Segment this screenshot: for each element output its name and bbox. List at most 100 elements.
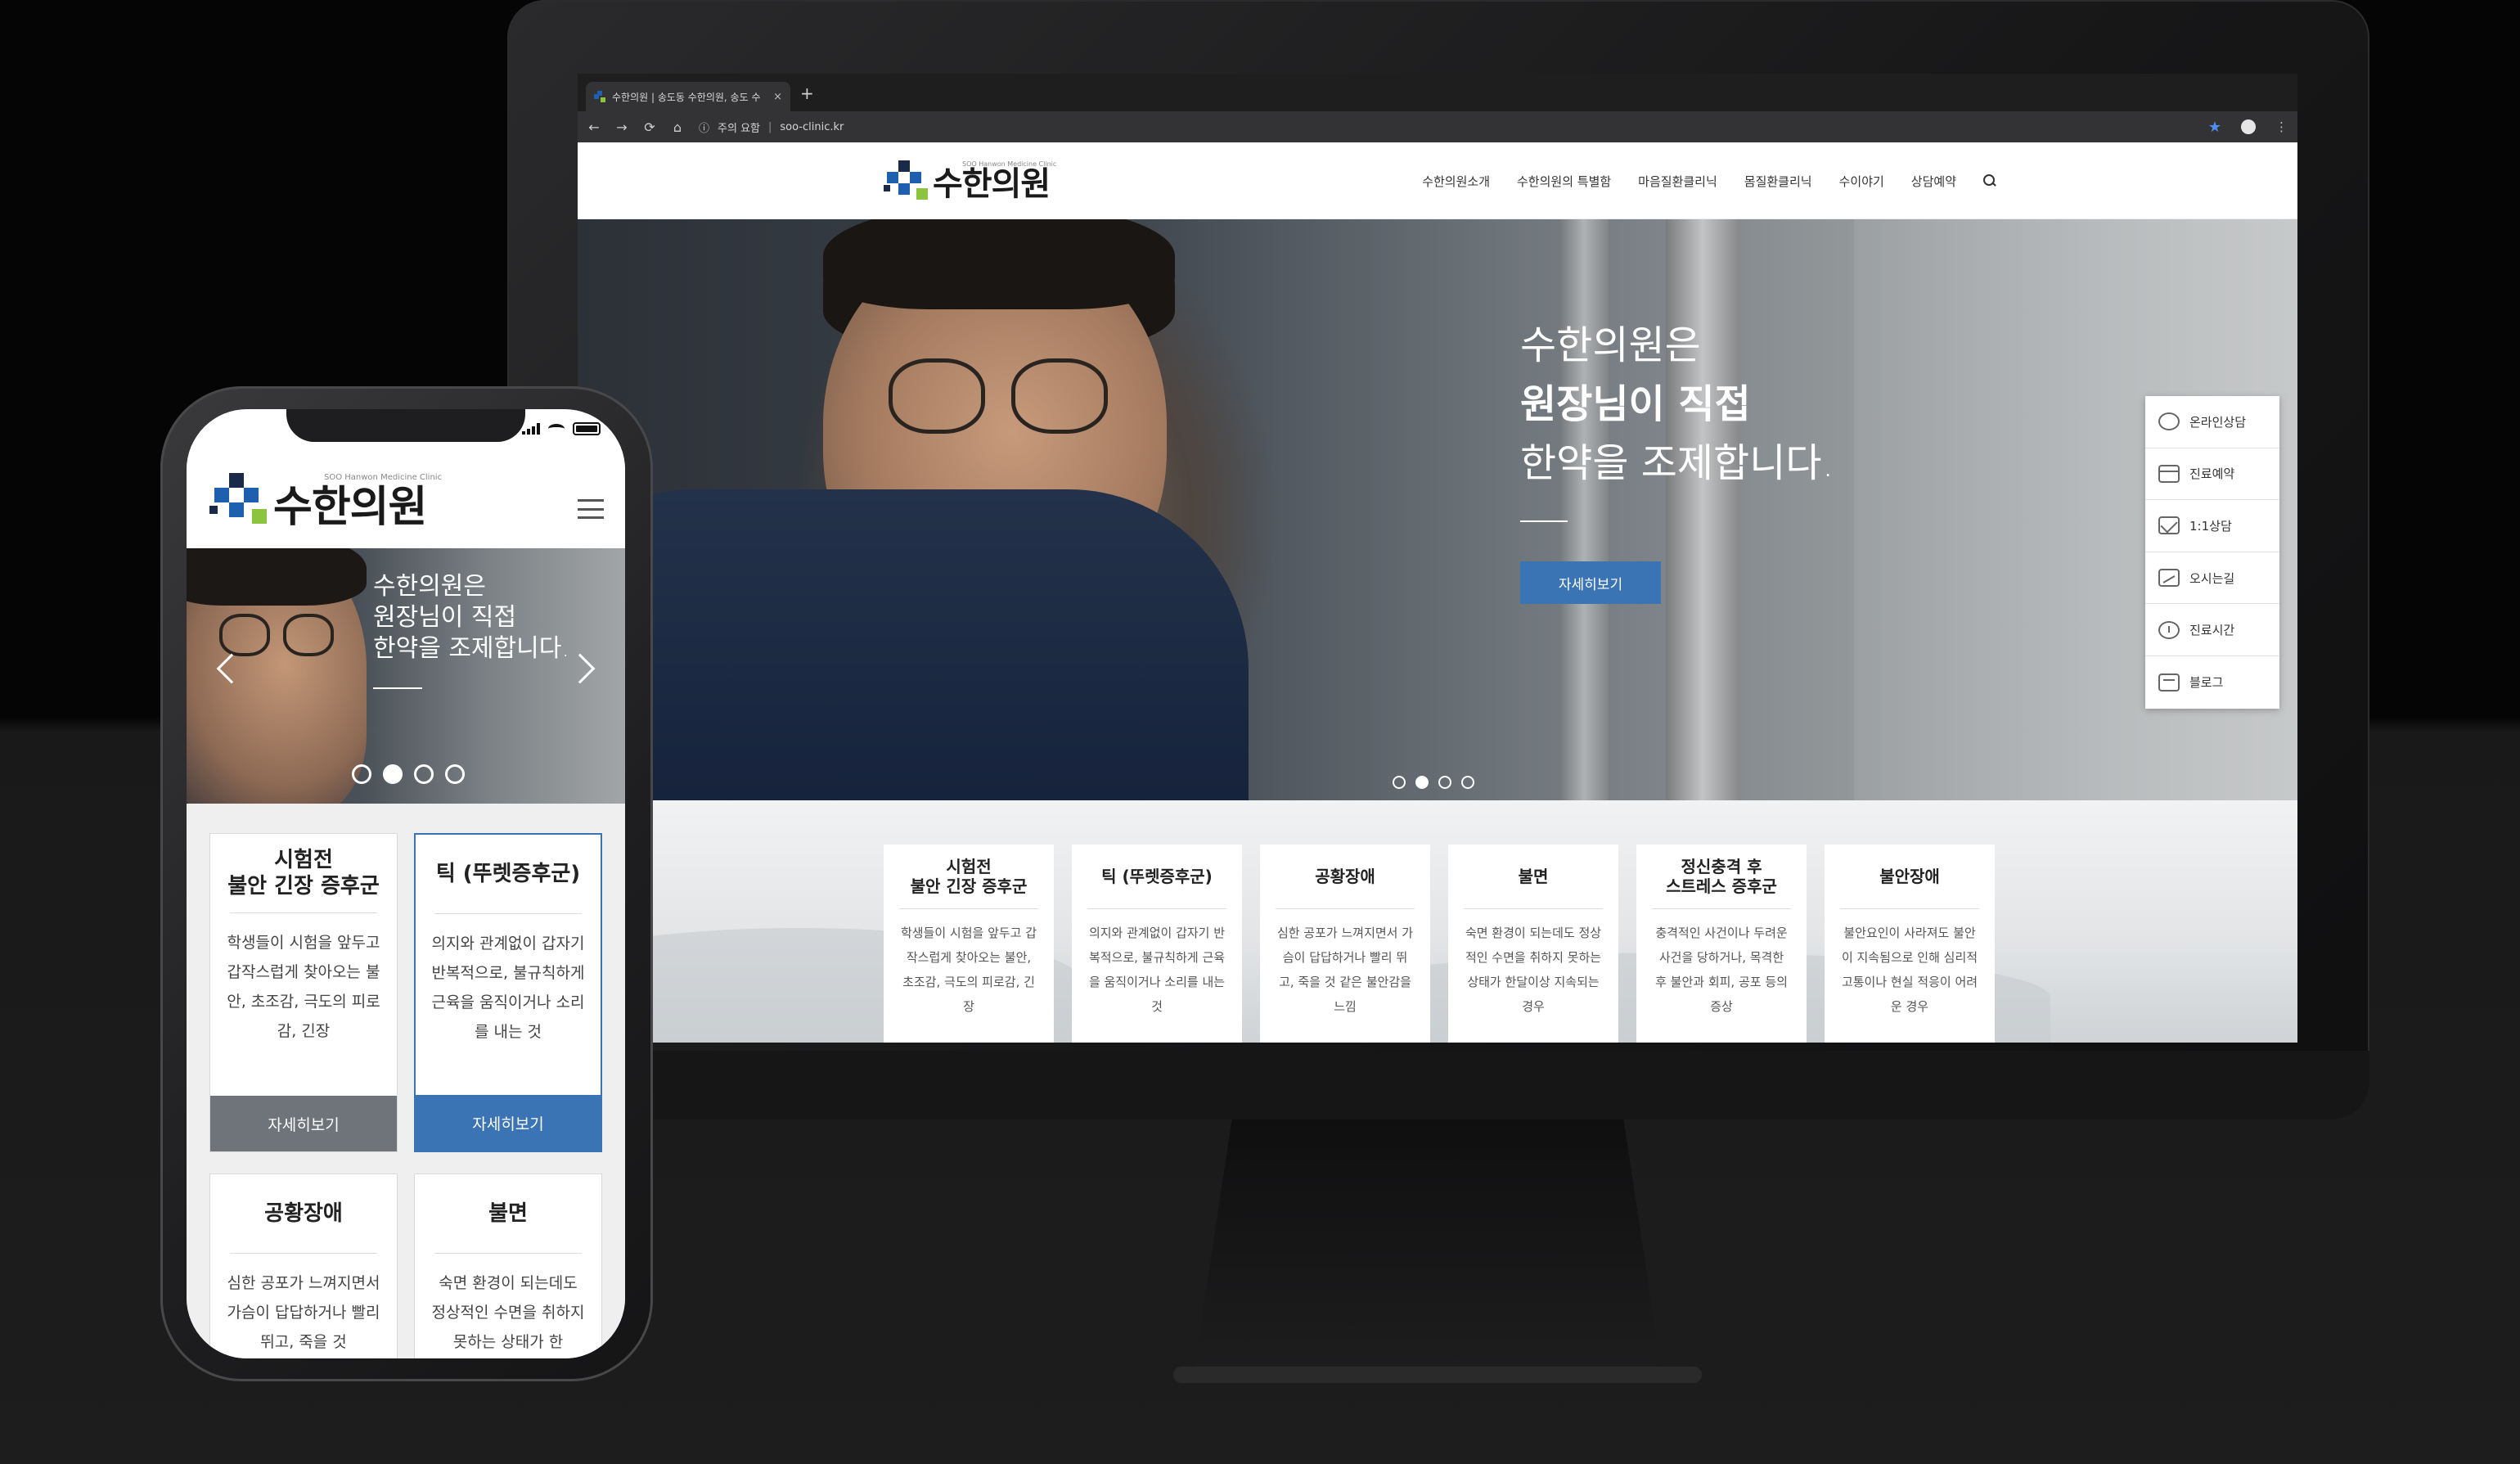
browser-menu-icon[interactable]: ⋮ [2275,119,2288,134]
nav-item-special[interactable]: 수한의원의 특별함 [1517,173,1611,190]
browser-tab[interactable]: 수한의원 | 송도동 수한의원, 송도 수 × [586,82,790,111]
mobile-site-logo[interactable]: 수한의원 SOO Hanwon Medicine Clinic [209,473,442,532]
hero-banner: 수한의원은 원장님이 직접 한약을 조제합니다. 자세히보기 [578,219,2297,800]
hero-photo-hair [187,548,367,606]
calendar-icon [2158,464,2180,483]
monitor-stand [1195,1119,1661,1367]
card-description: 불안요인이 사라져도 불안이 지속됨으로 인해 심리적 고통이나 현실 적응이 … [1841,926,1978,1014]
quick-menu: 온라인상담 진료예약 1:1상담 오시는길 진료시간 블로그 [2145,396,2279,709]
slider-dot[interactable] [1461,776,1474,789]
nav-item-reservation[interactable]: 상담예약 [1911,173,1956,190]
close-tab-icon[interactable]: × [773,91,782,103]
nav-item-mind-clinic[interactable]: 마음질환클리닉 [1638,173,1717,190]
new-tab-button[interactable]: + [800,83,814,103]
wifi-icon [548,424,565,434]
next-slide-arrow-icon[interactable] [565,653,596,684]
clinic-card[interactable]: 정신충격 후 스트레스 증후군 충격적인 사건이나 두려운 사건을 당하거나, … [1636,845,1807,1043]
card-title: 정신충격 후 스트레스 증후군 [1666,857,1777,896]
slider-dot[interactable] [1393,776,1406,789]
mobile-header: 수한의원 SOO Hanwon Medicine Clinic [187,442,625,548]
logo-mark-icon [209,473,268,532]
slider-dots [352,764,465,784]
quick-menu-reservation[interactable]: 진료예약 [2145,448,2279,501]
hero-line-3: 한약을 조제합니다. [1520,440,1834,486]
browser-toolbar: ← → ⟳ ⌂ ⓘ 주의 요함 | soo-clinic.kr ★ ⋮ [578,111,2297,142]
nav-item-body-clinic[interactable]: 몸질환클리닉 [1744,173,1812,190]
card-title: 시험전 불안 긴장 증후군 [227,848,380,899]
slider-dots [1393,776,1474,789]
clinic-card-list: 시험전 불안 긴장 증후군 학생들이 시험을 앞두고 갑작스럽게 찾아오는 불안… [884,845,1995,1043]
card-description: 숙면 환경이 되는데도 정상적인 수면을 취하지 못하는 상태가 한달이상 지속… [1465,926,1602,1014]
hero-photo-glasses [219,614,342,663]
hero-detail-button[interactable]: 자세히보기 [1520,561,1661,604]
hero-divider [1520,520,1568,522]
favicon-icon [594,91,605,102]
quick-menu-one-on-one[interactable]: 1:1상담 [2145,500,2279,552]
home-icon[interactable]: ⌂ [671,119,684,135]
mobile-clinic-card[interactable]: 시험전 불안 긴장 증후군 학생들이 시험을 앞두고 갑작스럽게 찾아오는 불안… [209,833,398,1152]
search-icon[interactable] [1983,174,1996,187]
info-icon[interactable]: ⓘ [699,119,709,135]
card-description: 의지와 관계없이 갑자기 반복적으로, 불규칙하게 근육을 움직이거나 소리를 … [1088,926,1226,1014]
monitor-stand-base [1173,1367,1702,1383]
card-detail-button[interactable]: 자세히보기 [416,1095,601,1151]
card-description: 심한 공포가 느껴지면서 가슴이 답답하거나 빨리 뛰고, 죽을 것 [227,1274,380,1351]
site-header: 수한의원 SOO Hanwon Medicine Clinic 수한의원소개 수… [578,142,2297,219]
blog-icon [2158,673,2180,691]
desktop-screen: 수한의원 | 송도동 수한의원, 송도 수 × + ← → ⟳ ⌂ ⓘ 주의 요… [578,74,2297,1043]
hero-line-1: 수한의원은 [1520,322,1701,368]
mail-icon [2158,516,2180,535]
quick-menu-blog[interactable]: 블로그 [2145,656,2279,709]
card-description: 학생들이 시험을 앞두고 갑작스럽게 찾아오는 불안, 초조감, 극도의 피로감… [227,934,380,1040]
slider-dot[interactable] [445,764,465,784]
clinic-card[interactable]: 불안장애 불안요인이 사라져도 불안이 지속됨으로 인해 심리적 고통이나 현실… [1825,845,1995,1043]
hamburger-menu-icon[interactable] [578,499,604,519]
hero-headline: 수한의원은 원장님이 직접 한약을 조제합니다. [1520,316,1834,493]
address-bar[interactable]: ⓘ 주의 요함 | soo-clinic.kr [699,119,844,135]
card-description: 심한 공포가 느껴지면서 가슴이 답답하거나 빨리 뛰고, 죽을 것 같은 불안… [1276,926,1414,1014]
hero-divider [373,687,422,689]
signal-icon [522,423,540,435]
profile-avatar[interactable] [2241,119,2256,134]
slider-dot[interactable] [414,764,434,784]
nav-item-about[interactable]: 수한의원소개 [1422,173,1490,190]
site-logo[interactable]: 수한의원 SOO Hanwon Medicine Clinic [884,160,1056,203]
hero-line-1: 수한의원은 [373,572,486,601]
clinic-card[interactable]: 불면 숙면 환경이 되는데도 정상적인 수면을 취하지 못하는 상태가 한달이상… [1448,845,1618,1043]
hero-photo-pipe [1559,219,1609,800]
nav-item-story[interactable]: 수이야기 [1839,173,1884,190]
battery-icon [573,422,601,435]
card-title: 불면 [488,1201,528,1226]
card-detail-button[interactable]: 자세히보기 [210,1096,397,1151]
mobile-clinic-cards: 시험전 불안 긴장 증후군 학생들이 시험을 앞두고 갑작스럽게 찾아오는 불안… [187,804,625,1358]
slider-dot[interactable] [352,764,371,784]
slider-dot-active[interactable] [1415,776,1429,789]
quick-menu-directions[interactable]: 오시는길 [2145,552,2279,605]
forward-arrow-icon[interactable]: → [615,119,628,135]
bookmark-star-icon[interactable]: ★ [2208,119,2221,136]
quick-menu-label: 진료시간 [2189,623,2235,638]
browser-tab-strip: 수한의원 | 송도동 수한의원, 송도 수 × + [578,74,2297,111]
clinic-card[interactable]: 틱 (뚜렛증후군) 의지와 관계없이 갑자기 반복적으로, 불규칙하게 근육을 … [1072,845,1242,1043]
hero-photo-glasses [889,358,1126,440]
mobile-clinic-card-active[interactable]: 틱 (뚜렛증후군) 의지와 관계없이 갑자기 반복적으로, 불규칙하게 근육을 … [414,833,602,1152]
mobile-clinic-card[interactable]: 불면 숙면 환경이 되는데도 정상적인 수면을 취하지 못하는 상태가 한 [414,1173,602,1358]
hero-line-3: 한약을 조제합니다. [373,634,569,663]
quick-menu-online-consult[interactable]: 온라인상담 [2145,396,2279,448]
reload-icon[interactable]: ⟳ [643,119,656,135]
back-arrow-icon[interactable]: ← [587,119,601,135]
clinic-card[interactable]: 공황장애 심한 공포가 느껴지면서 가슴이 답답하거나 빨리 뛰고, 죽을 것 … [1260,845,1430,1043]
hero-photo-pipe [1666,219,1739,800]
quick-menu-label: 1:1상담 [2189,518,2232,534]
quick-menu-hours[interactable]: 진료시간 [2145,604,2279,656]
clinic-card[interactable]: 시험전 불안 긴장 증후군 학생들이 시험을 앞두고 갑작스럽게 찾아오는 불안… [884,845,1054,1043]
url-text[interactable]: soo-clinic.kr [780,121,844,133]
card-title: 공황장애 [264,1201,343,1226]
mobile-clinic-card[interactable]: 공황장애 심한 공포가 느껴지면서 가슴이 답답하거나 빨리 뛰고, 죽을 것 [209,1173,398,1358]
slider-dot-active[interactable] [383,764,403,784]
hero-photo-shirt [578,489,1249,800]
browser-tab-title: 수한의원 | 송도동 수한의원, 송도 수 [612,91,761,103]
logo-mark-icon [884,160,929,201]
hero-line-2: 원장님이 직접 [1520,381,1751,427]
slider-dot[interactable] [1438,776,1451,789]
